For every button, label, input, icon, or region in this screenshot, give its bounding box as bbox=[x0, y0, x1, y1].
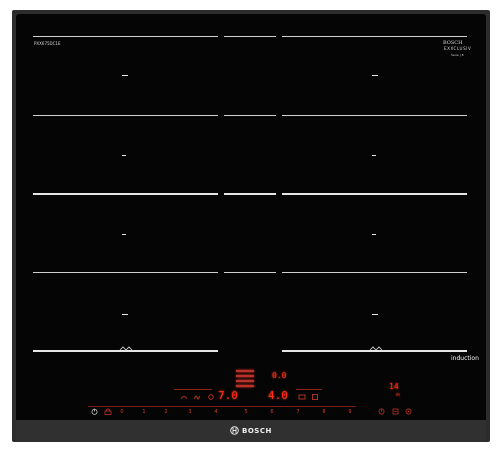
right-timer-display: 14 bbox=[389, 382, 399, 391]
brand-name: BOSCH bbox=[242, 426, 272, 435]
slider-number-1[interactable]: 1 bbox=[140, 409, 148, 415]
zone-line-top-right bbox=[282, 36, 467, 37]
center-power-display: 4.0 bbox=[268, 389, 288, 402]
settings-icon[interactable] bbox=[392, 408, 399, 415]
slider-number-8[interactable]: 8 bbox=[320, 409, 328, 415]
induction-label: induction bbox=[451, 355, 479, 362]
zone-line-4-mid bbox=[224, 272, 276, 273]
flex-zone-icon-right bbox=[369, 346, 383, 351]
zone-marker-2-left bbox=[122, 155, 126, 156]
slider-number-3[interactable]: 3 bbox=[186, 409, 194, 415]
zone-line-top-left bbox=[33, 36, 218, 37]
slider-number-5[interactable]: 5 bbox=[242, 409, 250, 415]
zone-marker-3-right bbox=[372, 234, 376, 235]
series-line-2: EXXCLUSIV bbox=[444, 46, 472, 51]
child-lock-icon[interactable] bbox=[104, 408, 112, 415]
left-power-display: 7.0 bbox=[218, 389, 238, 402]
brand-logo: BOSCH bbox=[230, 426, 272, 435]
zone-marker-4-right bbox=[372, 314, 378, 315]
slider-number-0[interactable]: 0 bbox=[118, 409, 126, 415]
slider-number-6[interactable]: 6 bbox=[268, 409, 276, 415]
timer-icon-left[interactable] bbox=[208, 394, 214, 400]
slider-number-7[interactable]: 7 bbox=[294, 409, 302, 415]
zone-marker-1-right bbox=[372, 75, 378, 76]
flex-select-icon-left[interactable] bbox=[193, 395, 201, 400]
zone-marker-2-right bbox=[372, 155, 376, 156]
zone-marker-1-left bbox=[122, 75, 128, 76]
right-timer-unit: m bbox=[396, 392, 400, 397]
zone-line-2-right bbox=[282, 115, 467, 116]
zone-marker-4-left bbox=[122, 314, 128, 315]
level-bars bbox=[236, 370, 254, 390]
slider-number-2[interactable]: 2 bbox=[162, 409, 170, 415]
top-timer-display: 0.0 bbox=[272, 371, 287, 380]
zone-line-top-mid bbox=[224, 36, 276, 37]
timer-icon[interactable] bbox=[378, 408, 385, 415]
series-line-3: Serie | 8 bbox=[451, 53, 464, 57]
bosch-logo-icon bbox=[230, 426, 239, 435]
zone-line-3-left bbox=[33, 193, 218, 195]
left-zone-indicator-line bbox=[174, 389, 212, 390]
power-icon[interactable] bbox=[91, 408, 98, 415]
frying-sensor-icon[interactable] bbox=[405, 408, 412, 415]
zone-line-2-mid bbox=[224, 115, 276, 116]
power-slider-track[interactable] bbox=[88, 406, 356, 407]
model-code: PXX675DC1E bbox=[34, 41, 61, 46]
series-line-1: BOSCH bbox=[443, 40, 463, 46]
flex-select-icon-right[interactable] bbox=[298, 394, 306, 400]
zone-line-3-right bbox=[282, 193, 467, 195]
zone-line-4-left bbox=[33, 272, 218, 273]
right-zone-indicator-line bbox=[296, 389, 322, 390]
slider-number-9[interactable]: 9 bbox=[346, 409, 354, 415]
zone-line-3-mid bbox=[224, 193, 276, 195]
zone-line-4-right bbox=[282, 272, 467, 273]
wipe-protect-icon[interactable] bbox=[180, 394, 188, 400]
flex-zone-icon-left bbox=[119, 346, 133, 351]
zone-line-2-left bbox=[33, 115, 218, 116]
zone-marker-3-left bbox=[122, 234, 126, 235]
slider-number-4[interactable]: 4 bbox=[212, 409, 220, 415]
timer-icon-right[interactable] bbox=[312, 394, 318, 400]
